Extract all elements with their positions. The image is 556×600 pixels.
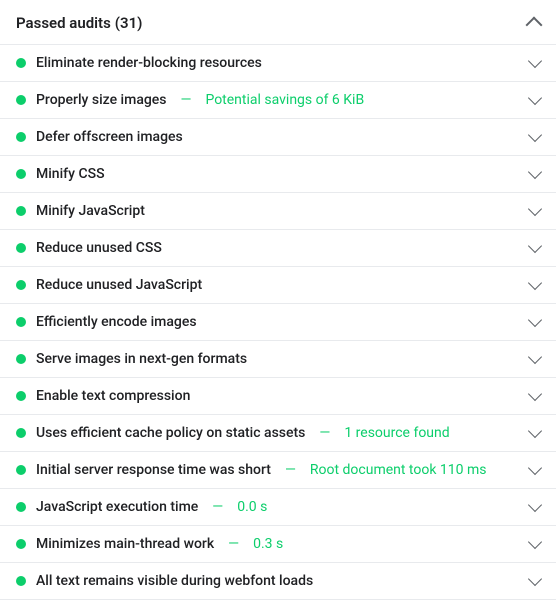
expand-icon[interactable] <box>528 91 542 105</box>
audit-item-left: JavaScript execution time — 0.0 s <box>16 499 530 515</box>
audit-item-left: Efficiently encode images <box>16 314 530 330</box>
audit-item-left: All text remains visible during webfont … <box>16 573 530 589</box>
audit-label: Serve images in next-gen formats <box>36 351 247 367</box>
audit-item[interactable]: Uses efficient cache policy on static as… <box>0 415 556 452</box>
audit-label: Uses efficient cache policy on static as… <box>36 425 305 441</box>
audit-detail-separator: — <box>319 425 330 441</box>
audit-item[interactable]: Minify JavaScript <box>0 193 556 230</box>
expand-icon[interactable] <box>528 350 542 364</box>
pass-indicator-dot <box>16 132 26 142</box>
pass-indicator-dot <box>16 317 26 327</box>
audit-item[interactable]: Efficiently encode images <box>0 304 556 341</box>
audit-item-left: Serve images in next-gen formats <box>16 351 530 367</box>
audit-label: Eliminate render-blocking resources <box>36 55 262 71</box>
audit-item-left: Enable text compression <box>16 388 530 404</box>
audit-detail: Potential savings of 6 KiB <box>205 92 364 108</box>
section-header[interactable]: Passed audits (31) <box>0 0 556 45</box>
audit-label: Minimizes main-thread work <box>36 536 214 552</box>
pass-indicator-dot <box>16 169 26 179</box>
audit-item[interactable]: Minify CSS <box>0 156 556 193</box>
audit-detail-separator: — <box>228 536 239 552</box>
audit-detail: 0.0 s <box>237 499 267 515</box>
audit-item[interactable]: Reduce unused CSS <box>0 230 556 267</box>
audit-label: JavaScript execution time <box>36 499 198 515</box>
audit-item-left: Uses efficient cache policy on static as… <box>16 425 530 441</box>
audit-item-left: Defer offscreen images <box>16 129 530 145</box>
audit-label: Enable text compression <box>36 388 190 404</box>
audit-item[interactable]: Enable text compression <box>0 378 556 415</box>
expand-icon[interactable] <box>528 276 542 290</box>
audit-label: Reduce unused JavaScript <box>36 277 202 293</box>
collapse-icon[interactable] <box>526 17 543 34</box>
section-title: Passed audits <box>16 14 111 32</box>
pass-indicator-dot <box>16 354 26 364</box>
audit-label: Initial server response time was short <box>36 462 271 478</box>
expand-icon[interactable] <box>528 165 542 179</box>
audit-item[interactable]: Properly size images — Potential savings… <box>0 82 556 119</box>
audit-item[interactable]: Minimizes main-thread work — 0.3 s <box>0 526 556 563</box>
audit-item[interactable]: JavaScript execution time — 0.0 s <box>0 489 556 526</box>
expand-icon[interactable] <box>528 54 542 68</box>
audit-list: Eliminate render-blocking resources Prope… <box>0 45 556 600</box>
audit-item-left: Reduce unused JavaScript <box>16 277 530 293</box>
audit-label: Defer offscreen images <box>36 129 183 145</box>
pass-indicator-dot <box>16 206 26 216</box>
expand-icon[interactable] <box>528 239 542 253</box>
audit-item[interactable]: Eliminate render-blocking resources <box>0 45 556 82</box>
passed-audits-section: Passed audits (31) Eliminate render-bloc… <box>0 0 556 600</box>
audit-item[interactable]: All text remains visible during webfont … <box>0 563 556 600</box>
expand-icon[interactable] <box>528 313 542 327</box>
audit-item-left: Reduce unused CSS <box>16 240 530 256</box>
expand-icon[interactable] <box>528 535 542 549</box>
audit-item[interactable]: Reduce unused JavaScript <box>0 267 556 304</box>
section-count: (31) <box>115 14 143 32</box>
audit-label: Minify JavaScript <box>36 203 145 219</box>
pass-indicator-dot <box>16 428 26 438</box>
audit-detail-separator: — <box>181 92 192 108</box>
pass-indicator-dot <box>16 243 26 253</box>
audit-detail-separator: — <box>285 462 296 478</box>
pass-indicator-dot <box>16 502 26 512</box>
expand-icon[interactable] <box>528 424 542 438</box>
pass-indicator-dot <box>16 465 26 475</box>
audit-detail: 0.3 s <box>253 536 283 552</box>
audit-item-left: Minify CSS <box>16 166 530 182</box>
audit-item[interactable]: Defer offscreen images <box>0 119 556 156</box>
audit-detail: Root document took 110 ms <box>310 462 487 478</box>
pass-indicator-dot <box>16 280 26 290</box>
pass-indicator-dot <box>16 576 26 586</box>
audit-label: Properly size images <box>36 92 167 108</box>
expand-icon[interactable] <box>528 128 542 142</box>
pass-indicator-dot <box>16 539 26 549</box>
audit-label: All text remains visible during webfont … <box>36 573 313 589</box>
audit-label: Efficiently encode images <box>36 314 197 330</box>
pass-indicator-dot <box>16 391 26 401</box>
audit-item-left: Minify JavaScript <box>16 203 530 219</box>
audit-label: Minify CSS <box>36 166 105 182</box>
audit-item-left: Initial server response time was short —… <box>16 462 530 478</box>
expand-icon[interactable] <box>528 202 542 216</box>
audit-detail-separator: — <box>212 499 223 515</box>
pass-indicator-dot <box>16 58 26 68</box>
expand-icon[interactable] <box>528 387 542 401</box>
expand-icon[interactable] <box>528 572 542 586</box>
pass-indicator-dot <box>16 95 26 105</box>
audit-item[interactable]: Serve images in next-gen formats <box>0 341 556 378</box>
audit-item[interactable]: Initial server response time was short —… <box>0 452 556 489</box>
audit-item-left: Minimizes main-thread work — 0.3 s <box>16 536 530 552</box>
section-title-group: Passed audits (31) <box>16 14 142 32</box>
audit-detail: 1 resource found <box>344 425 449 441</box>
expand-icon[interactable] <box>528 461 542 475</box>
audit-item-left: Properly size images — Potential savings… <box>16 92 530 108</box>
expand-icon[interactable] <box>528 498 542 512</box>
audit-item-left: Eliminate render-blocking resources <box>16 55 530 71</box>
audit-label: Reduce unused CSS <box>36 240 162 256</box>
